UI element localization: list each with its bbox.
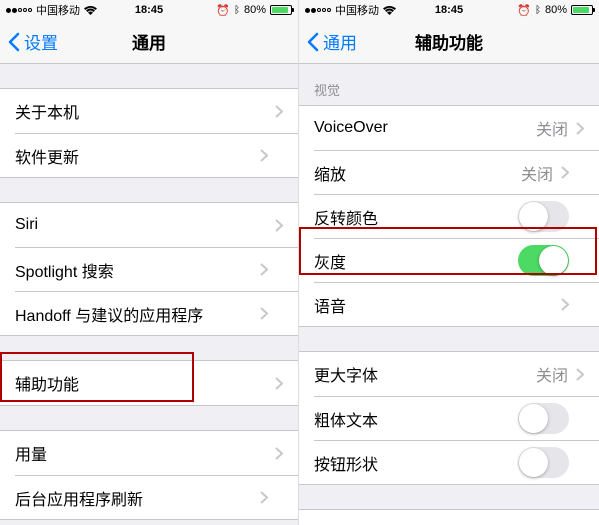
signal-icon <box>6 8 32 13</box>
cell-label: Handoff 与建议的应用程序 <box>15 302 260 326</box>
nav-bar: 设置 通用 <box>0 20 298 64</box>
chevron-right-icon <box>576 368 584 381</box>
bluetooth-icon: ᛒ <box>535 5 541 16</box>
cell-label: 更大字体 <box>314 362 536 386</box>
back-label: 设置 <box>24 29 58 54</box>
cell-accessibility[interactable]: 辅助功能 <box>0 361 298 405</box>
cell-larger-text[interactable]: 更大字体 关闭 <box>299 352 599 396</box>
cell-label: 灰度 <box>314 249 518 273</box>
list-group-usage: 用量 后台应用程序刷新 <box>0 430 298 520</box>
cell-label: 粗体文本 <box>314 407 518 431</box>
section-header-vision: 视觉 <box>299 64 599 105</box>
carrier-label: 中国移动 <box>335 2 379 18</box>
nav-bar: 通用 辅助功能 <box>299 20 599 64</box>
chevron-right-icon <box>561 166 569 179</box>
chevron-right-icon <box>561 298 569 311</box>
switch-bold-text[interactable] <box>518 403 569 434</box>
switch-invert-colors[interactable] <box>518 201 569 232</box>
cell-label: 按钮形状 <box>314 451 518 475</box>
alarm-icon: ⏰ <box>517 4 531 17</box>
chevron-left-icon <box>307 32 319 52</box>
signal-icon <box>305 8 331 13</box>
cell-invert-colors[interactable]: 反转颜色 <box>314 194 599 238</box>
list-group-siri: Siri Spotlight 搜索 Handoff 与建议的应用程序 <box>0 202 298 336</box>
chevron-left-icon <box>8 32 20 52</box>
battery-pct: 80% <box>244 4 266 16</box>
alarm-icon: ⏰ <box>216 4 230 17</box>
page-title: 通用 <box>132 29 166 54</box>
cell-label: 后台应用程序刷新 <box>15 486 260 510</box>
cell-background-refresh[interactable]: 后台应用程序刷新 <box>15 475 298 519</box>
cell-bold-text[interactable]: 粗体文本 <box>314 396 599 440</box>
accessibility-list[interactable]: 视觉 VoiceOver 关闭 缩放 关闭 反转颜色 灰度 语音 <box>299 64 599 525</box>
cell-about[interactable]: 关于本机 <box>0 89 298 133</box>
battery-pct: 80% <box>545 4 567 16</box>
list-group-text: 更大字体 关闭 粗体文本 按钮形状 <box>299 351 599 485</box>
cell-label: Siri <box>15 216 275 234</box>
cell-siri[interactable]: Siri <box>0 203 298 247</box>
chevron-right-icon <box>260 307 268 320</box>
chevron-right-icon <box>275 447 283 460</box>
cell-spotlight[interactable]: Spotlight 搜索 <box>15 247 298 291</box>
screen-right: 中国移动 18:45 ⏰ ᛒ 80% 通用 辅助功能 视觉 VoiceOver … <box>299 0 599 525</box>
cell-detail: 关闭 <box>521 161 553 185</box>
settings-list[interactable]: 关于本机 软件更新 Siri Spotlight 搜索 Handoff 与建议的… <box>0 64 298 525</box>
back-button[interactable]: 设置 <box>8 29 58 54</box>
cell-label: 语音 <box>314 293 561 317</box>
cell-button-shapes[interactable]: 按钮形状 <box>314 440 599 484</box>
bluetooth-icon: ᛒ <box>234 5 240 16</box>
back-button[interactable]: 通用 <box>307 29 357 54</box>
cell-handoff[interactable]: Handoff 与建议的应用程序 <box>15 291 298 335</box>
chevron-right-icon <box>260 149 268 162</box>
cell-label: 反转颜色 <box>314 205 518 229</box>
list-group-contrast: 增强对比度 <box>299 509 599 525</box>
switch-button-shapes[interactable] <box>518 447 569 478</box>
list-group-accessibility: 辅助功能 <box>0 360 298 406</box>
cell-detail: 关闭 <box>536 362 568 386</box>
chevron-right-icon <box>275 105 283 118</box>
cell-label: 软件更新 <box>15 144 260 168</box>
cell-usage[interactable]: 用量 <box>0 431 298 475</box>
cell-software-update[interactable]: 软件更新 <box>15 133 298 177</box>
cell-detail: 关闭 <box>536 116 568 140</box>
clock: 18:45 <box>435 4 463 16</box>
back-label: 通用 <box>323 29 357 54</box>
cell-label: VoiceOver <box>314 119 536 137</box>
chevron-right-icon <box>576 122 584 135</box>
switch-grayscale[interactable] <box>518 245 569 276</box>
cell-label: Spotlight 搜索 <box>15 258 260 282</box>
cell-label: 用量 <box>15 441 275 465</box>
cell-increase-contrast[interactable]: 增强对比度 <box>299 510 599 525</box>
list-group-about: 关于本机 软件更新 <box>0 88 298 178</box>
chevron-right-icon <box>275 219 283 232</box>
battery-icon <box>571 5 593 15</box>
cell-label: 增强对比度 <box>314 520 576 525</box>
wifi-icon <box>84 6 97 15</box>
screen-left: 中国移动 18:45 ⏰ ᛒ 80% 设置 通用 关于本机 软件更新 <box>0 0 299 525</box>
wifi-icon <box>383 6 396 15</box>
cell-grayscale[interactable]: 灰度 <box>314 238 599 282</box>
carrier-label: 中国移动 <box>36 2 80 18</box>
status-bar: 中国移动 18:45 ⏰ ᛒ 80% <box>299 0 599 20</box>
status-bar: 中国移动 18:45 ⏰ ᛒ 80% <box>0 0 298 20</box>
clock: 18:45 <box>135 4 163 16</box>
page-title: 辅助功能 <box>415 29 483 54</box>
chevron-right-icon <box>260 491 268 504</box>
battery-icon <box>270 5 292 15</box>
chevron-right-icon <box>275 377 283 390</box>
cell-label: 辅助功能 <box>15 371 275 395</box>
cell-speech[interactable]: 语音 <box>314 282 599 326</box>
cell-label: 缩放 <box>314 161 521 185</box>
cell-voiceover[interactable]: VoiceOver 关闭 <box>299 106 599 150</box>
chevron-right-icon <box>260 263 268 276</box>
list-group-vision: VoiceOver 关闭 缩放 关闭 反转颜色 灰度 语音 <box>299 105 599 327</box>
cell-label: 关于本机 <box>15 99 275 123</box>
cell-zoom[interactable]: 缩放 关闭 <box>314 150 599 194</box>
